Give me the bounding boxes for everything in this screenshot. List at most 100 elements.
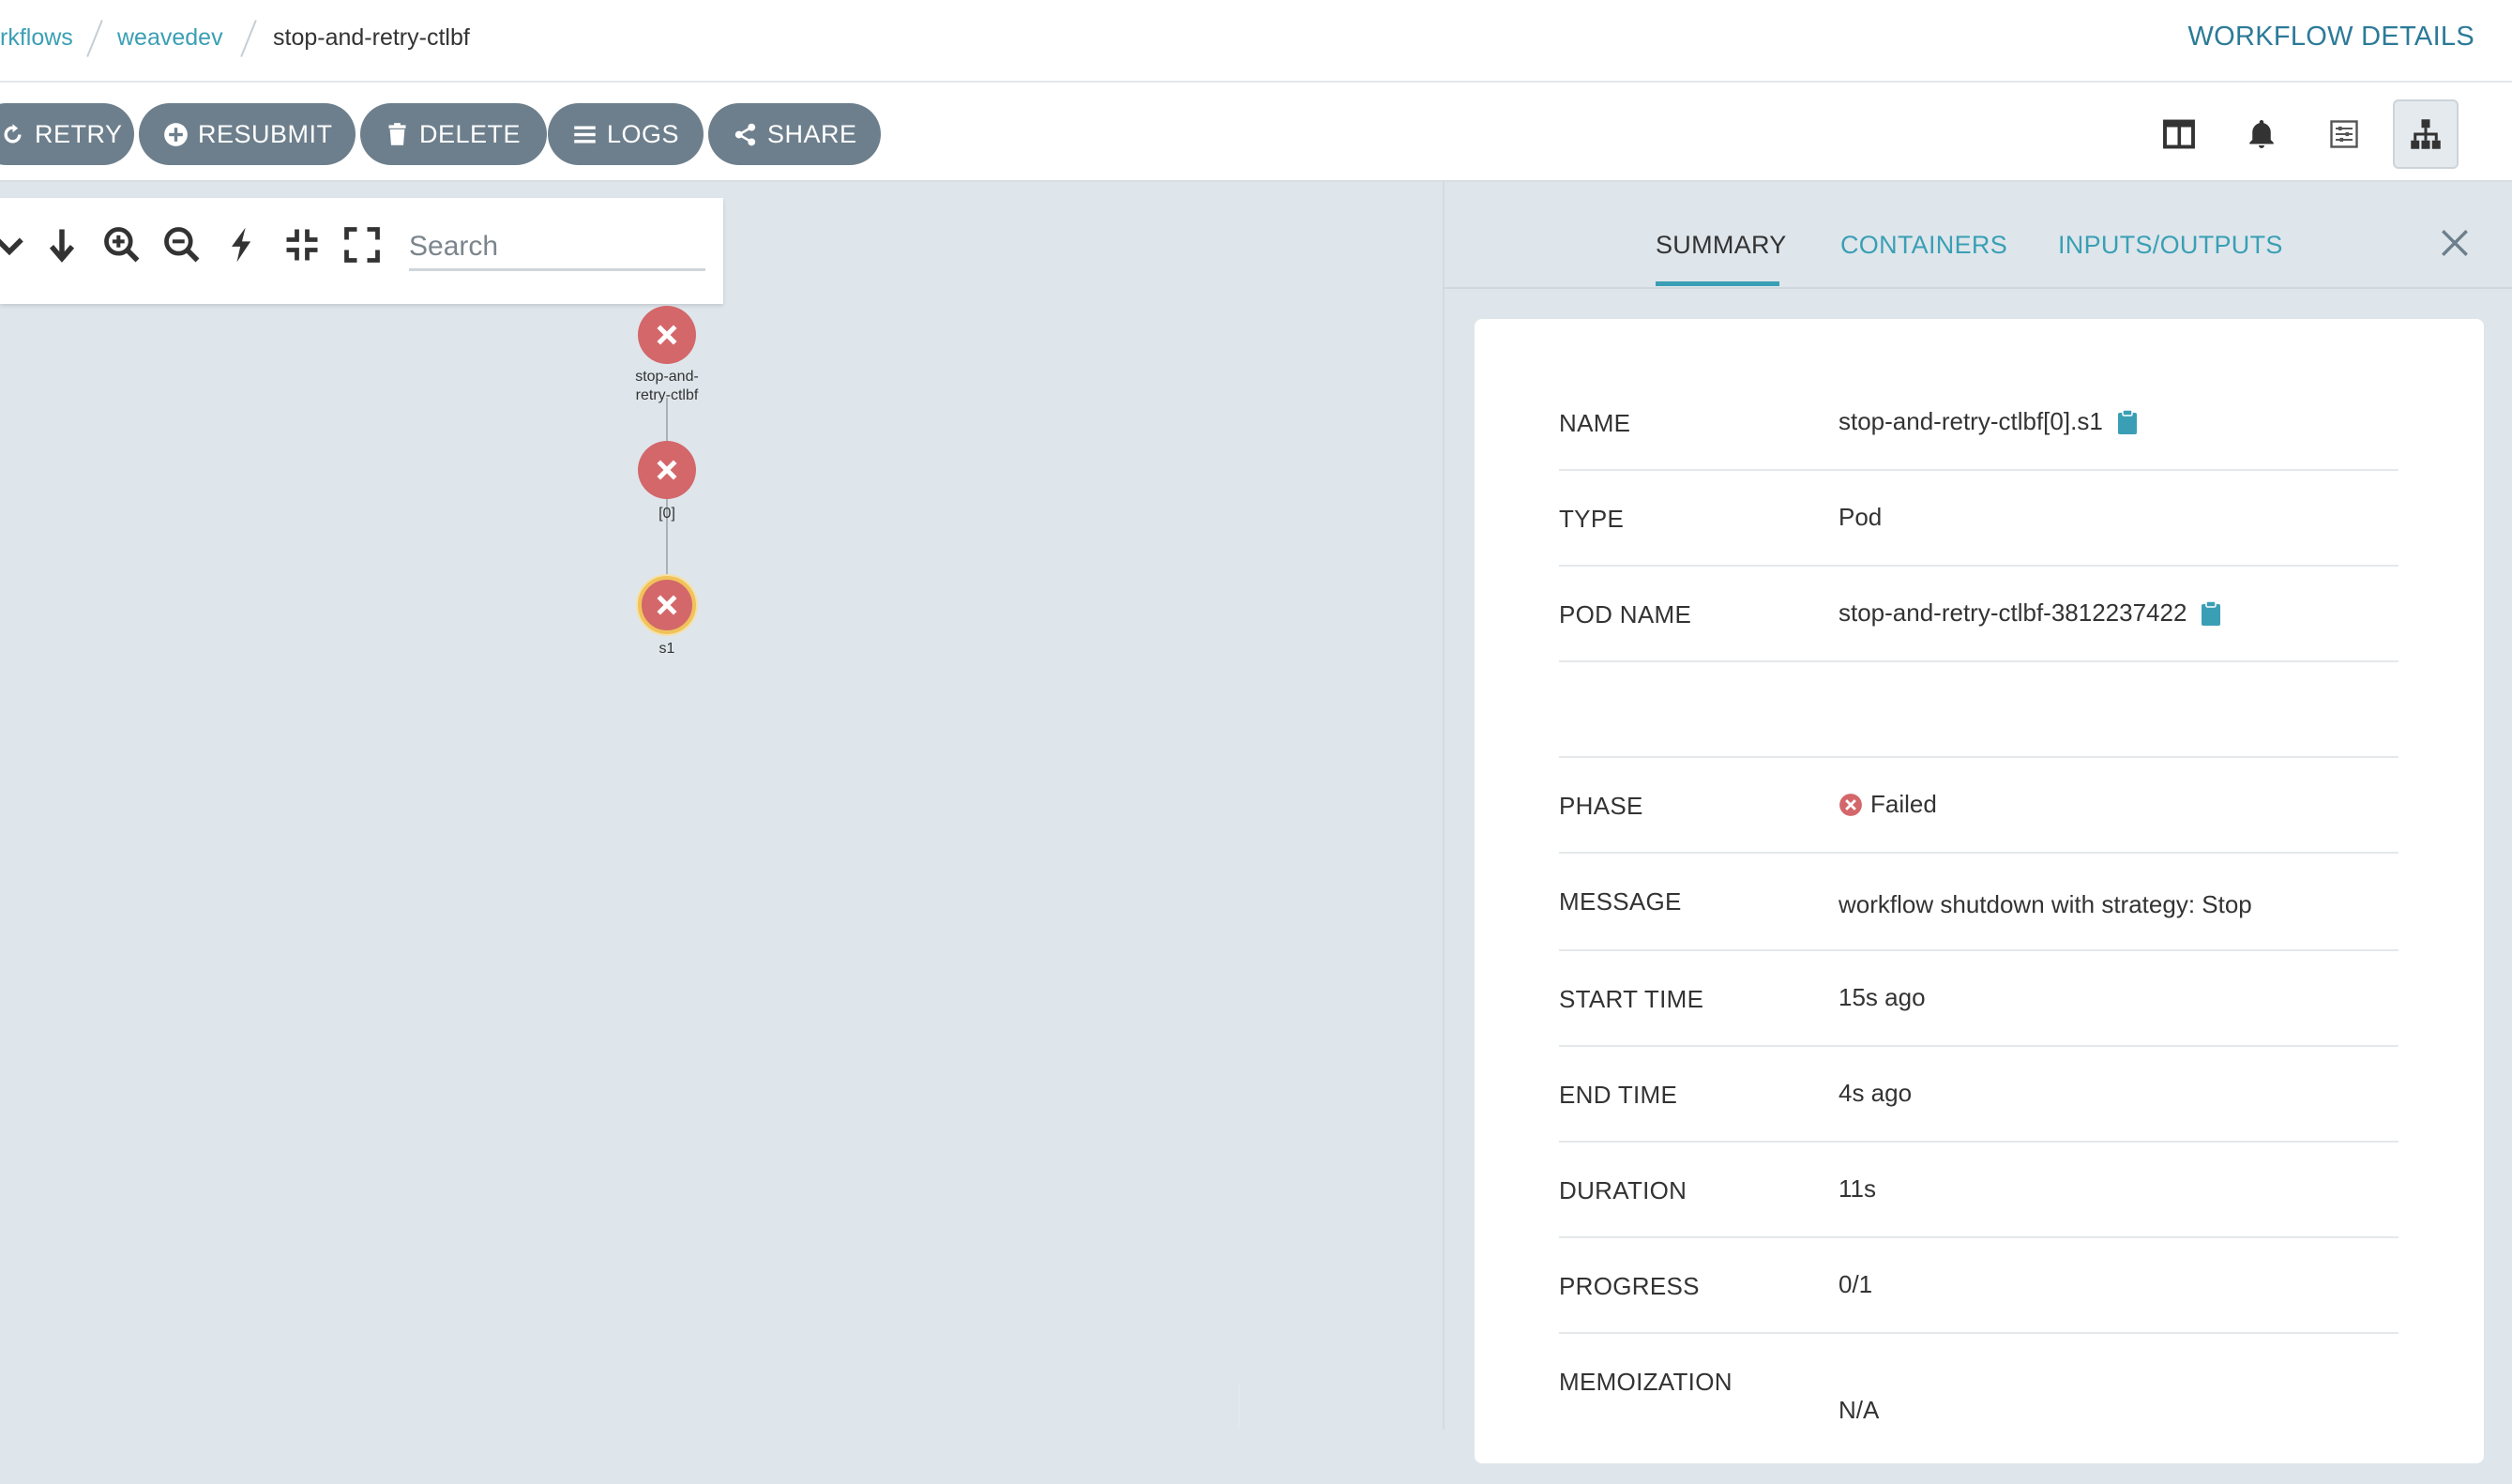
- workflow-graph-icon: [2411, 119, 2441, 149]
- breadcrumb-current: stop-and-retry-ctlbf: [273, 24, 470, 51]
- graph-node-label-line: retry-ctlbf: [635, 387, 699, 403]
- graph-node-label: stop-and- retry-ctlbf: [601, 368, 733, 405]
- field-value: stop-and-retry-ctlbf-3812237422: [1839, 598, 2187, 627]
- failed-icon: [657, 595, 677, 615]
- sort-down-icon: [49, 229, 75, 263]
- close-details-button[interactable]: [2439, 227, 2471, 259]
- collapse-icon: [0, 237, 23, 256]
- logs-button[interactable]: LOGS: [548, 103, 704, 165]
- resubmit-icon: [164, 122, 188, 146]
- field-value-container: stop-and-retry-ctlbf-3812237422: [1839, 598, 2222, 628]
- field-value: workflow shutdown with strategy: Stop: [1839, 890, 2252, 918]
- resubmit-label: RESUBMIT: [198, 119, 333, 148]
- close-icon: [2442, 230, 2468, 256]
- field-row-start-time: START TIME 15s ago: [1559, 951, 2399, 1047]
- field-label: MESSAGE: [1559, 887, 1682, 916]
- share-icon: [734, 123, 756, 145]
- clipboard-icon[interactable]: [2200, 599, 2222, 627]
- field-label: PHASE: [1559, 792, 1643, 820]
- tab-containers[interactable]: CONTAINERS: [1840, 231, 2007, 260]
- fullscreen-button[interactable]: [341, 224, 383, 265]
- retry-button[interactable]: RETRY: [0, 103, 134, 165]
- field-label: POD NAME: [1559, 600, 1692, 628]
- field-value: stop-and-retry-ctlbf[0].s1: [1839, 407, 2103, 435]
- graph-node-label: [0]: [658, 506, 675, 522]
- clipboard-icon[interactable]: [2116, 408, 2139, 435]
- field-label: MEMOIZATION: [1559, 1368, 1733, 1396]
- notifications-button[interactable]: [2229, 99, 2294, 169]
- share-button[interactable]: SHARE: [708, 103, 881, 165]
- graph-toolbar: [0, 198, 723, 304]
- graph-node-s1[interactable]: [638, 576, 696, 634]
- field-row-end-time: END TIME 4s ago: [1559, 1047, 2399, 1143]
- field-row-pod-name: POD NAME stop-and-retry-ctlbf-3812237422: [1559, 567, 2399, 662]
- node-details-panel: SUMMARY CONTAINERS INPUTS/OUTPUTS NAME s…: [1443, 182, 2512, 1463]
- split-view-icon: [2163, 119, 2195, 149]
- zoom-in-icon: [104, 227, 140, 263]
- retry-icon: [4, 123, 22, 143]
- field-label: TYPE: [1559, 505, 1625, 533]
- page-title: WORKFLOW DETAILS: [2187, 22, 2474, 52]
- tab-inputs-outputs[interactable]: INPUTS/OUTPUTS: [2058, 231, 2283, 260]
- compress-button[interactable]: [281, 224, 323, 265]
- settings-list-icon: [2330, 120, 2358, 148]
- field-value: 11s: [1839, 1174, 1876, 1203]
- split-view-button[interactable]: [2146, 99, 2212, 169]
- field-row-memoization: MEMOIZATION N/A: [1559, 1334, 2399, 1484]
- tab-summary[interactable]: SUMMARY: [1656, 231, 1787, 260]
- empty-spacer-row: [1559, 662, 2399, 758]
- field-label: PROGRESS: [1559, 1272, 1700, 1300]
- field-label: START TIME: [1559, 985, 1704, 1013]
- field-row-type: TYPE Pod: [1559, 471, 2399, 567]
- field-row-name: NAME stop-and-retry-ctlbf[0].s1: [1559, 375, 2399, 471]
- field-row-message: MESSAGE workflow shutdown with strategy:…: [1559, 854, 2399, 951]
- graph-node-workflow[interactable]: [638, 306, 696, 364]
- delete-icon: [388, 122, 406, 145]
- lightning-icon: [232, 227, 251, 263]
- settings-list-button[interactable]: [2311, 99, 2377, 169]
- logs-label: LOGS: [607, 119, 680, 148]
- delete-button[interactable]: DELETE: [360, 103, 547, 165]
- graph-node-label-line: stop-and-: [635, 369, 699, 385]
- field-label: DURATION: [1559, 1176, 1687, 1204]
- details-tabs: SUMMARY CONTAINERS INPUTS/OUTPUTS: [1445, 182, 2512, 289]
- top-bar: rkflows weavedev stop-and-retry-ctlbf WO…: [0, 0, 2512, 83]
- zoom-out-button[interactable]: [161, 224, 203, 265]
- field-label: NAME: [1559, 409, 1631, 437]
- active-tab-indicator: [1656, 281, 1779, 286]
- graph-search-input[interactable]: [409, 224, 705, 271]
- field-value: Pod: [1839, 503, 1883, 531]
- field-row-phase: PHASE Failed: [1559, 758, 2399, 854]
- delete-label: DELETE: [419, 119, 522, 148]
- share-label: SHARE: [767, 119, 857, 148]
- breadcrumb-separator: [240, 20, 257, 57]
- field-row-progress: PROGRESS 0/1: [1559, 1238, 2399, 1334]
- zoom-in-button[interactable]: [101, 224, 143, 265]
- compress-icon: [286, 229, 318, 261]
- field-value: N/A: [1839, 1396, 1880, 1424]
- table-divider: [1238, 1385, 1240, 1430]
- logs-icon: [574, 126, 596, 143]
- breadcrumb-namespace[interactable]: weavedev: [117, 23, 223, 53]
- field-value-container: Failed: [1839, 790, 1937, 819]
- expand-icon: [344, 227, 380, 263]
- field-value: 4s ago: [1839, 1079, 1913, 1107]
- fast-render-button[interactable]: [221, 224, 263, 265]
- field-value: 15s ago: [1839, 983, 1926, 1011]
- resubmit-button[interactable]: RESUBMIT: [139, 103, 356, 165]
- workflow-graph-button[interactable]: [2393, 99, 2459, 169]
- field-value-container: stop-and-retry-ctlbf[0].s1: [1839, 407, 2139, 436]
- collapse-button[interactable]: [0, 224, 30, 265]
- graph-node-step-group[interactable]: [638, 441, 696, 499]
- breadcrumb-workflows[interactable]: rkflows: [0, 23, 73, 53]
- failed-icon: [1839, 793, 1862, 816]
- field-label: END TIME: [1559, 1081, 1678, 1109]
- field-row-duration: DURATION 11s: [1559, 1143, 2399, 1238]
- summary-card: NAME stop-and-retry-ctlbf[0].s1 TYPE Pod…: [1475, 319, 2484, 1463]
- failed-icon: [657, 325, 677, 345]
- graph-node-label: s1: [658, 641, 675, 657]
- failed-icon: [657, 460, 677, 480]
- breadcrumb-separator: [86, 20, 103, 57]
- sort-direction-button[interactable]: [41, 224, 83, 265]
- action-toolbar: RETRY RESUBMIT DELETE LOGS SHARE: [0, 83, 2512, 182]
